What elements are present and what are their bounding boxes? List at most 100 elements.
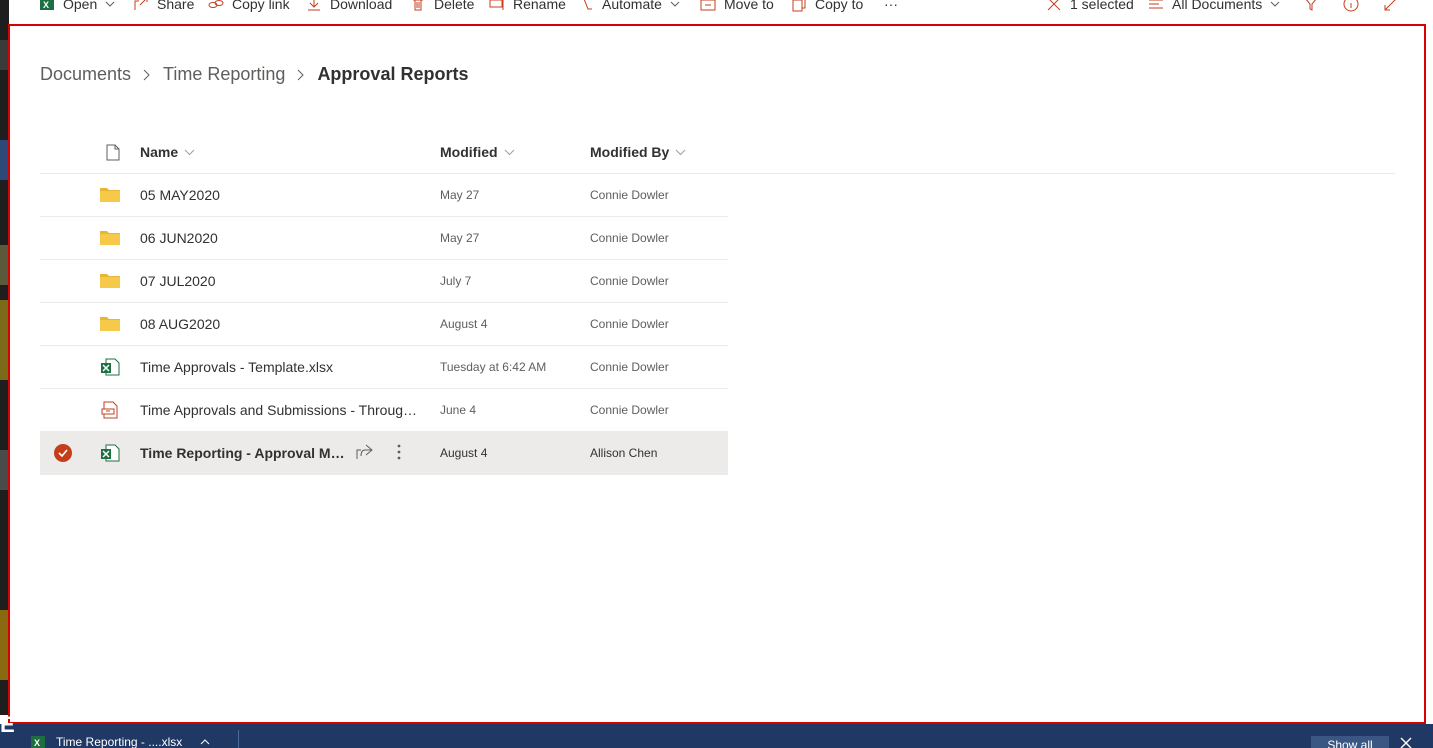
more-options-icon[interactable]: [396, 443, 402, 466]
table-row[interactable]: Time Approvals and Submissions - Through…: [40, 389, 728, 432]
file-name[interactable]: Time Approvals and Submissions - Through…: [140, 402, 422, 418]
file-list: 05 MAY2020 May 27 Connie Dowler 06 JUN20…: [40, 174, 728, 475]
chevron-down-icon: [670, 1, 680, 7]
table-row[interactable]: 08 AUG2020 August 4 Connie Dowler: [40, 303, 728, 346]
name-column-header[interactable]: Name: [140, 144, 195, 160]
modified-column-header[interactable]: Modified: [440, 144, 515, 160]
modified-by: Connie Dowler: [590, 360, 669, 374]
chevron-down-icon: [1270, 1, 1280, 7]
download-label: Download: [330, 0, 393, 12]
more-label: ···: [884, 0, 898, 12]
breadcrumb: Documents Time Reporting Approval Report…: [40, 64, 468, 85]
modified-date: May 27: [440, 188, 480, 202]
modified-header-label: Modified: [440, 144, 498, 160]
modified-date: May 27: [440, 231, 480, 245]
close-icon[interactable]: [1400, 736, 1412, 748]
view-label: All Documents: [1172, 0, 1263, 12]
modified-date: August 4: [440, 446, 488, 460]
move-icon: [700, 0, 716, 11]
divider: [238, 730, 239, 748]
show-all-button[interactable]: Show all: [1311, 736, 1389, 748]
modified-by: Connie Dowler: [590, 188, 669, 202]
expand-icon: [1384, 0, 1396, 11]
chevron-down-icon: [504, 149, 514, 155]
document-library-panel: Documents Time Reporting Approval Report…: [8, 24, 1426, 724]
move-to-button[interactable]: Move to: [700, 0, 774, 15]
expand-button[interactable]: [1383, 0, 1407, 15]
name-header-label: Name: [140, 144, 179, 160]
table-row[interactable]: Time Approvals - Template.xlsx Tuesday a…: [40, 346, 728, 389]
checkmark-icon[interactable]: [54, 444, 72, 462]
link-icon: [208, 0, 224, 8]
pdf-file-icon: [100, 401, 120, 424]
modified-by: Connie Dowler: [590, 317, 669, 331]
file-type-column-header[interactable]: [100, 144, 120, 161]
download-button[interactable]: Download: [306, 0, 392, 15]
file-name[interactable]: 06 JUN2020: [140, 230, 422, 246]
open-label: Open: [63, 0, 98, 12]
table-row[interactable]: 06 JUN2020 May 27 Connie Dowler: [40, 217, 728, 260]
share-button[interactable]: Share: [133, 0, 194, 15]
excel-icon: X: [40, 0, 54, 10]
table-row[interactable]: 05 MAY2020 May 27 Connie Dowler: [40, 174, 728, 217]
file-name[interactable]: 05 MAY2020: [140, 187, 422, 203]
copy-link-label: Copy link: [232, 0, 290, 12]
filter-icon: [1306, 0, 1316, 11]
chevron-down-icon: [184, 149, 195, 155]
chevron-down-icon: [675, 149, 686, 155]
table-row[interactable]: 07 JUL2020 July 7 Connie Dowler: [40, 260, 728, 303]
automate-button[interactable]: Automate: [578, 0, 688, 15]
info-button[interactable]: [1343, 0, 1367, 15]
rename-label: Rename: [513, 0, 566, 12]
modified-by: Allison Chen: [590, 446, 658, 460]
copy-icon: [792, 0, 806, 12]
rename-button[interactable]: Rename: [489, 0, 566, 15]
automate-label: Automate: [602, 0, 662, 12]
background-window-glyph: E: [0, 712, 15, 737]
chevron-right-icon: [143, 69, 151, 81]
chevron-up-icon: [200, 739, 210, 745]
file-name[interactable]: Time Approvals - Template.xlsx: [140, 359, 422, 375]
modified-by-column-header[interactable]: Modified By: [590, 144, 686, 160]
folder-icon: [100, 186, 120, 207]
copy-to-button[interactable]: Copy to: [791, 0, 863, 15]
selection-count: 1 selected: [1070, 0, 1134, 12]
view-switcher[interactable]: All Documents: [1148, 0, 1288, 15]
open-button[interactable]: X Open: [39, 0, 123, 15]
modified-by-header-label: Modified By: [590, 144, 670, 160]
table-row-selected[interactable]: Time Reporting - Approval Ma... August 4…: [40, 432, 728, 475]
share-icon[interactable]: [356, 444, 374, 465]
breadcrumb-documents[interactable]: Documents: [40, 64, 131, 85]
file-name[interactable]: 08 AUG2020: [140, 316, 422, 332]
modified-by: Connie Dowler: [590, 274, 669, 288]
delete-button[interactable]: Delete: [410, 0, 474, 15]
clear-selection-button[interactable]: 1 selected: [1046, 0, 1134, 15]
filter-button[interactable]: [1303, 0, 1327, 15]
more-commands-button[interactable]: ···: [884, 0, 898, 15]
download-item[interactable]: X Time Reporting - ....xlsx: [30, 734, 220, 748]
share-icon: [134, 0, 148, 10]
file-name[interactable]: 07 JUL2020: [140, 273, 422, 289]
modified-by: Connie Dowler: [590, 403, 669, 417]
copy-link-button[interactable]: Copy link: [208, 0, 290, 15]
svg-text:X: X: [34, 738, 40, 748]
excel-icon: X: [31, 736, 45, 748]
file-name[interactable]: Time Reporting - Approval Ma...: [140, 445, 350, 461]
svg-text:X: X: [43, 0, 49, 10]
chevron-down-icon: [105, 1, 115, 7]
column-header-row: Name Modified Modified By: [40, 134, 1395, 174]
modified-date: Tuesday at 6:42 AM: [440, 360, 547, 374]
download-file-name: Time Reporting - ....xlsx: [56, 735, 183, 748]
list-view-icon: [1149, 0, 1163, 9]
automate-icon: [583, 0, 592, 10]
folder-icon: [100, 272, 120, 293]
chevron-right-icon: [297, 69, 305, 81]
info-icon: [1343, 0, 1359, 12]
breadcrumb-current: Approval Reports: [317, 64, 469, 84]
excel-file-icon: [100, 444, 120, 467]
folder-icon: [100, 229, 120, 250]
breadcrumb-time-reporting[interactable]: Time Reporting: [163, 64, 285, 85]
copy-to-label: Copy to: [815, 0, 864, 12]
download-bar: X Time Reporting - ....xlsx Show all: [0, 724, 1433, 748]
delete-label: Delete: [434, 0, 475, 12]
